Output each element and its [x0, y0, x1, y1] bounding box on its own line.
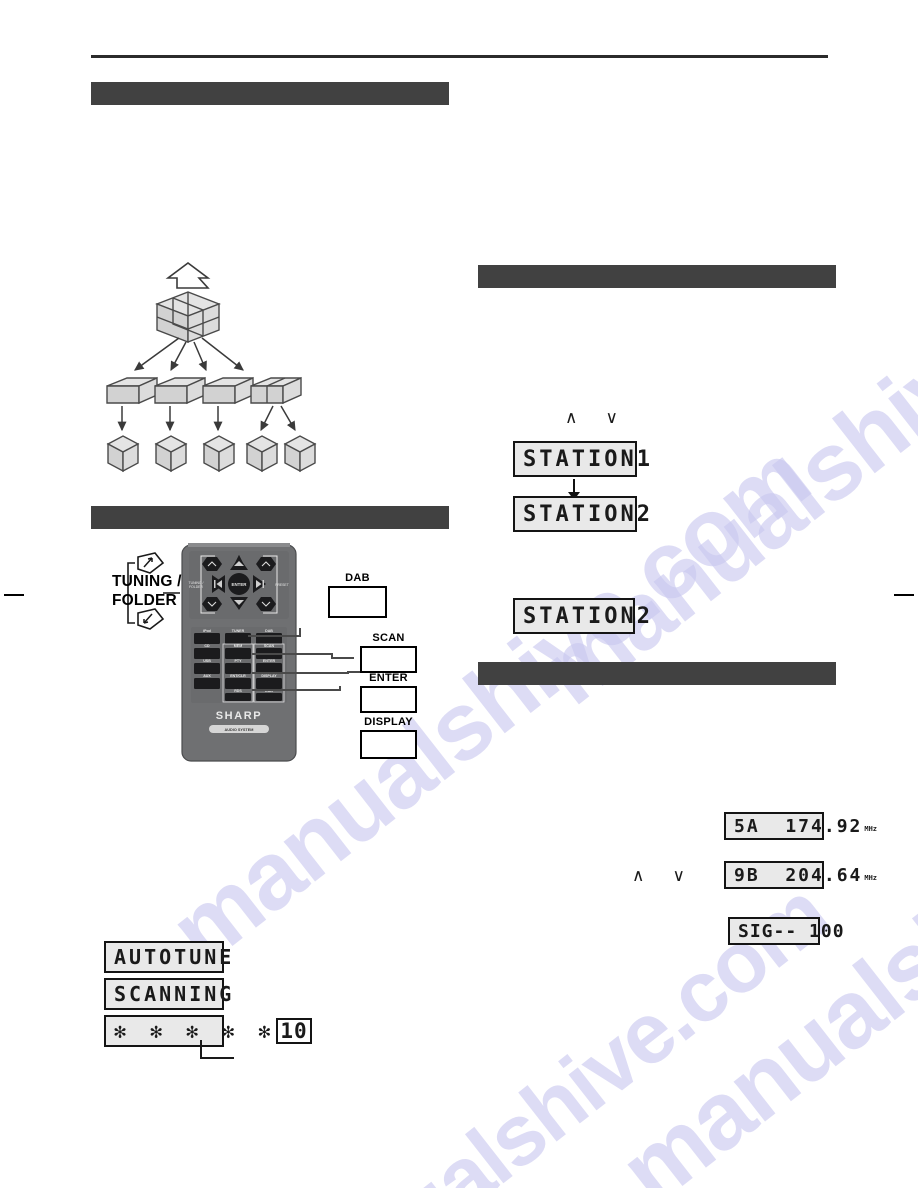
svg-text:FOLDER: FOLDER	[189, 585, 203, 589]
svg-text:PRESET: PRESET	[275, 583, 289, 587]
watermark-text: manualshive.com	[240, 864, 845, 1188]
tuning-folder-line1: TUNING /	[112, 573, 182, 590]
svg-text:iPod: iPod	[203, 629, 211, 633]
dab-ensemble-hierarchy-diagram	[106, 262, 317, 473]
lcd-channel-a: 5A 174.92 MHz	[724, 812, 877, 840]
tuning-folder-line2: FOLDER	[112, 591, 177, 609]
scan-progress-count: 10	[276, 1017, 312, 1045]
svg-text:AUDIO SYSTEM: AUDIO SYSTEM	[225, 728, 254, 732]
callout-scan: SCAN	[360, 632, 417, 673]
broadcast-input-arrow	[165, 262, 211, 289]
callout-display-label: DISPLAY	[364, 716, 413, 728]
callout-dab-label: DAB	[345, 572, 370, 584]
svg-text:SHARP: SHARP	[216, 710, 263, 722]
nav-up-chevron-icon[interactable]: ∧	[565, 410, 577, 427]
section-header-bar-2	[91, 506, 449, 529]
section-header-bar-3	[478, 265, 836, 288]
callout-display: DISPLAY	[360, 716, 417, 759]
page-top-rule	[91, 55, 828, 58]
callout-connector-lines	[248, 628, 366, 691]
lcd-station-2b: STATION2	[513, 598, 650, 634]
callout-display-box	[360, 730, 417, 759]
lcd-channel-b-unit: MHz	[864, 874, 878, 882]
tuning-folder-label: TUNING / FOLDER	[112, 573, 182, 611]
scan-count-leader-line	[200, 1040, 234, 1059]
svg-text:CD: CD	[204, 644, 210, 648]
lcd-channel-a-text: 5A 174.92	[734, 815, 863, 837]
multiplex-block	[155, 291, 221, 344]
channel-up-chevron-icon[interactable]: ∧	[632, 868, 644, 885]
svg-text:USB: USB	[203, 659, 211, 663]
tuning-down-tag-icon	[137, 608, 165, 630]
tuning-up-tag-icon	[137, 552, 165, 574]
channel-down-chevron-icon[interactable]: ∨	[672, 868, 684, 885]
callout-scan-box	[360, 646, 417, 673]
lcd-station-2: STATION2	[513, 496, 650, 532]
section-header-bar-1	[91, 82, 449, 105]
nav-down-chevron-icon[interactable]: ∨	[605, 410, 617, 427]
ensemble-bar-row	[106, 376, 302, 405]
station-nav-arrows: ∧ ∨	[565, 410, 618, 427]
lcd-autotune: AUTOTUNE	[104, 941, 231, 973]
svg-text:ENTER: ENTER	[232, 582, 248, 587]
callout-dab-box	[328, 586, 387, 618]
lcd-channel-a-unit: MHz	[864, 825, 878, 833]
crop-mark-right	[894, 594, 914, 596]
section-header-bar-4	[478, 662, 836, 685]
lcd-channel-b-text: 9B 204.64	[734, 864, 863, 886]
manual-page: manualshive.com manualshive.com manualsh…	[0, 0, 918, 1188]
channel-nav-arrows: ∧ ∨	[632, 868, 685, 885]
callout-enter: ENTER	[360, 672, 417, 713]
callout-enter-label: ENTER	[369, 672, 408, 684]
lcd-channel-b: 9B 204.64 MHz	[724, 861, 877, 889]
crop-mark-left	[4, 594, 24, 596]
svg-text:AUX: AUX	[203, 674, 211, 678]
lcd-station-1: STATION1	[513, 441, 650, 477]
service-cube-row	[106, 435, 317, 473]
callout-dab: DAB	[328, 572, 387, 618]
lcd-scanning: SCANNING	[104, 978, 231, 1010]
callout-scan-label: SCAN	[372, 632, 405, 644]
callout-enter-box	[360, 686, 417, 713]
lcd-signal-strength: SIG-- 100	[728, 917, 844, 945]
